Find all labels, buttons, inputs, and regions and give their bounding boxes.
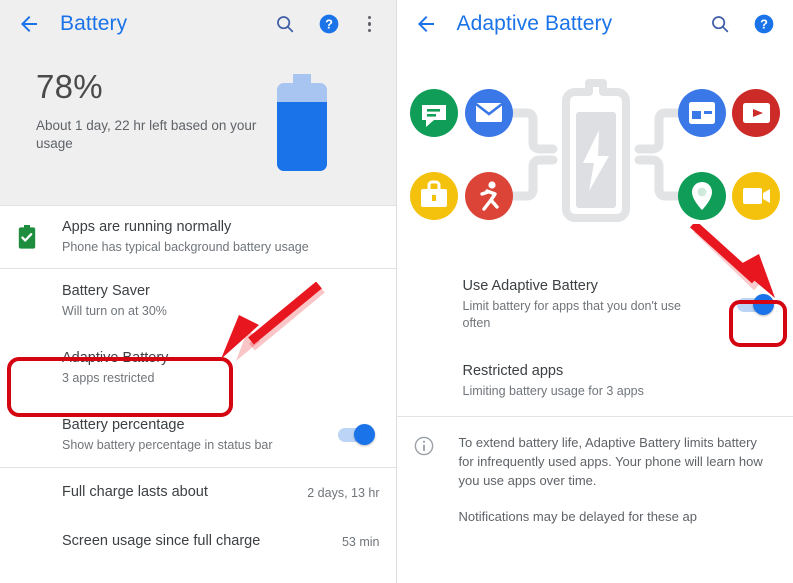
row-leading-icon	[16, 224, 62, 250]
adaptive-battery-illustration	[396, 48, 793, 263]
battery-status-section: Apps are running normally Phone has typi…	[0, 206, 396, 566]
row-value: 53 min	[341, 534, 380, 549]
battery-charging-icon	[561, 79, 630, 222]
row-battery-percentage[interactable]: Battery percentage Show battery percenta…	[0, 403, 396, 467]
row-title: Apps are running normally	[62, 219, 232, 235]
row-body: Use Adaptive Battery Limit battery for a…	[463, 277, 728, 332]
battery-app-bar: Battery ?	[0, 0, 396, 48]
dual-screenshot-composite: Battery ? 78% About 1 day, 22 hr left ba…	[0, 0, 793, 583]
adaptive-battery-app-bar: Adaptive Battery ?	[396, 0, 793, 48]
toggle-knob	[753, 293, 774, 315]
row-title: Battery Saver	[62, 283, 150, 299]
search-icon	[276, 16, 293, 33]
adaptive-battery-settings-section: Use Adaptive Battery Limit battery for a…	[396, 263, 793, 526]
svg-text:?: ?	[760, 17, 768, 32]
battery-percentage-toggle[interactable]	[337, 424, 380, 446]
adaptive-battery-screen: Adaptive Battery ? Use Adaptive Battery …	[395, 0, 793, 583]
row-full-charge-lasts[interactable]: Full charge lasts about 2 days, 13 hr	[0, 468, 396, 517]
svg-text:?: ?	[325, 17, 333, 32]
use-adaptive-battery-toggle[interactable]	[737, 293, 779, 316]
info-text: To extend battery life, Adaptive Battery…	[459, 433, 776, 526]
help-circle-icon: ?	[319, 14, 338, 34]
arrow-left-icon	[21, 16, 37, 32]
row-body: Restricted apps Limiting battery usage f…	[463, 362, 778, 400]
more-vertical-icon[interactable]	[360, 12, 380, 36]
page-title: Battery	[60, 12, 128, 35]
row-subtitle: Will turn on at 30%	[62, 304, 167, 318]
row-body: Full charge lasts about	[62, 483, 295, 502]
row-title: Use Adaptive Battery	[462, 278, 598, 294]
row-title: Adaptive Battery	[62, 350, 169, 366]
info-icon-wrap	[413, 433, 459, 526]
app-bar-actions: ?	[272, 11, 384, 37]
help-circle-icon: ?	[754, 14, 774, 34]
search-button[interactable]	[272, 11, 298, 37]
help-button[interactable]: ?	[751, 11, 777, 37]
row-title: Restricted apps	[462, 363, 564, 379]
back-button[interactable]	[12, 7, 46, 41]
battery-settings-screen: Battery ? 78% About 1 day, 22 hr left ba…	[0, 0, 396, 583]
row-subtitle: 3 apps restricted	[62, 371, 155, 385]
row-body: Battery percentage Show battery percenta…	[62, 416, 328, 454]
fitness-run-icon	[464, 172, 513, 220]
page-title: Adaptive Battery	[456, 12, 613, 35]
row-screen-usage[interactable]: Screen usage since full charge 53 min	[0, 517, 396, 566]
row-title: Full charge lasts about	[62, 484, 208, 500]
info-paragraph-1: To extend battery life, Adaptive Battery…	[458, 435, 763, 488]
info-circle-icon	[414, 436, 433, 456]
arrow-left-icon	[417, 16, 434, 32]
adaptive-battery-info-block: To extend battery life, Adaptive Battery…	[397, 417, 793, 526]
briefcase-icon	[409, 172, 458, 220]
back-button[interactable]	[409, 7, 443, 41]
row-battery-saver[interactable]: Battery Saver Will turn on at 30%	[0, 269, 396, 333]
battery-check-green-icon	[18, 225, 36, 249]
video-player-icon	[731, 89, 780, 137]
row-body: Battery Saver Will turn on at 30%	[62, 282, 380, 320]
calendar-icon	[677, 89, 726, 137]
row-body: Screen usage since full charge	[62, 532, 330, 551]
app-bar-actions: ?	[707, 11, 781, 37]
row-use-adaptive-battery[interactable]: Use Adaptive Battery Limit battery for a…	[396, 263, 793, 346]
row-title: Screen usage since full charge	[62, 533, 261, 549]
row-title: Battery percentage	[62, 417, 185, 433]
row-subtitle: Show battery percentage in status bar	[62, 438, 273, 452]
battery-78-icon	[276, 74, 327, 171]
row-subtitle: Limit battery for apps that you don't us…	[462, 299, 681, 330]
messages-icon	[409, 89, 458, 137]
row-body: Apps are running normally Phone has typi…	[62, 218, 380, 256]
adaptive-battery-illustration-graphic	[409, 79, 780, 222]
row-restricted-apps[interactable]: Restricted apps Limiting battery usage f…	[396, 346, 793, 416]
search-button[interactable]	[707, 11, 733, 37]
maps-pin-icon	[677, 172, 726, 220]
row-subtitle: Limiting battery usage for 3 apps	[462, 384, 644, 398]
mail-icon	[464, 89, 513, 137]
row-adaptive-battery[interactable]: Adaptive Battery 3 apps restricted	[0, 333, 396, 403]
camera-icon	[731, 172, 780, 220]
toggle-knob	[353, 424, 375, 445]
row-apps-running-normally[interactable]: Apps are running normally Phone has typi…	[0, 206, 396, 268]
search-icon	[712, 16, 729, 33]
battery-estimate-text: About 1 day, 22 hr left based on your us…	[36, 118, 257, 151]
row-body: Adaptive Battery 3 apps restricted	[62, 349, 380, 387]
row-value: 2 days, 13 hr	[307, 485, 380, 500]
help-button[interactable]: ?	[316, 11, 342, 37]
info-paragraph-2: Notifications may be delayed for these a…	[458, 509, 697, 524]
battery-level-hero: 78% About 1 day, 22 hr left based on you…	[0, 48, 396, 205]
row-subtitle: Phone has typical background battery usa…	[62, 240, 309, 254]
